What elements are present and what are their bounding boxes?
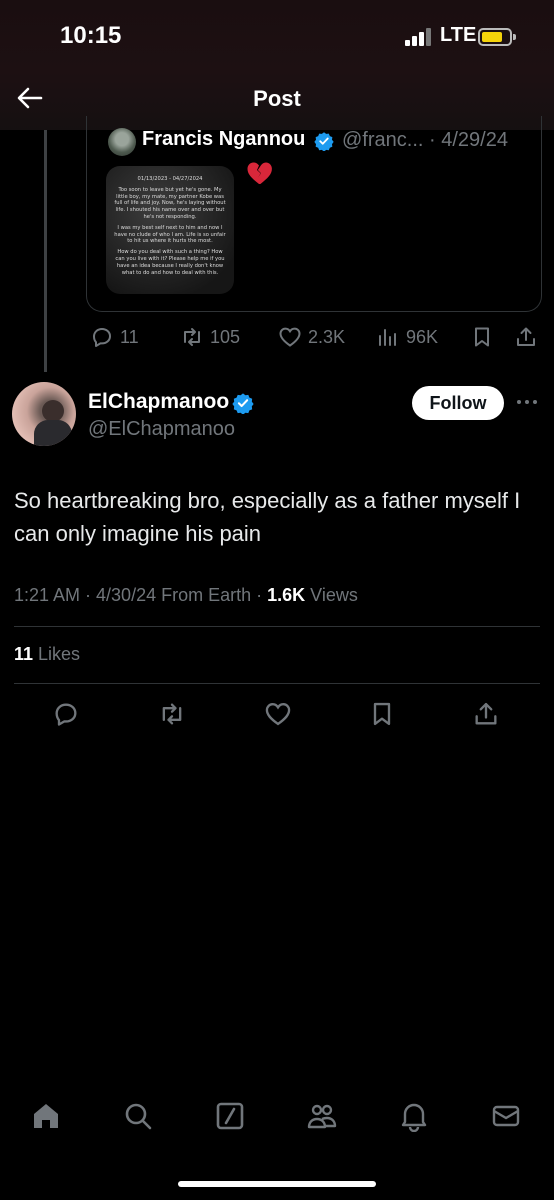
author-handle[interactable]: @ElChapmanoo [88, 418, 235, 441]
post-timestamp: 1:21 AM · 4/30/24 From Earth · [14, 585, 268, 605]
bottom-nav [0, 1096, 554, 1140]
top-bar: 10:15 LTE Post [0, 0, 554, 130]
bookmark-action[interactable] [470, 322, 494, 352]
share-icon[interactable] [472, 700, 500, 728]
verified-badge-icon [232, 393, 254, 414]
repost-count: 105 [210, 326, 241, 347]
likes-summary[interactable]: 11 Likes [14, 644, 80, 665]
reply-count: 11 [120, 326, 139, 347]
notifications-icon[interactable] [398, 1100, 430, 1132]
likes-count: 11 [14, 644, 34, 664]
repost-icon [184, 328, 200, 346]
bookmark-icon[interactable] [368, 700, 396, 728]
views-icon [379, 329, 396, 346]
like-count: 2.3K [308, 326, 346, 347]
likes-label: Likes [33, 644, 81, 664]
views-count: 1.6K [267, 585, 306, 605]
image-paragraph: Too soon to leave but yet he's gone. My … [114, 186, 226, 220]
quoted-author-name[interactable]: Francis Ngannou [142, 128, 305, 151]
communities-icon[interactable] [306, 1100, 338, 1132]
views-count: 96K [406, 326, 439, 347]
quoted-author-handle: @franc... · 4/29/24 [342, 129, 508, 151]
repost-icon[interactable] [158, 700, 186, 728]
repost-action[interactable]: 105 [180, 322, 240, 352]
messages-icon[interactable] [490, 1100, 522, 1132]
search-icon[interactable] [122, 1100, 154, 1132]
quoted-post-actions: 11 105 2.3K 96K [0, 322, 554, 352]
views-action[interactable]: 96K [376, 322, 438, 352]
quoted-image-text: 01/13/2023 - 04/27/2024 Too soon to leav… [112, 176, 228, 280]
author-name[interactable]: ElChapmanoo [88, 390, 229, 414]
quoted-post-image[interactable]: 01/13/2023 - 04/27/2024 Too soon to leav… [106, 166, 234, 294]
divider [14, 626, 540, 627]
battery-icon [478, 28, 516, 46]
more-options-icon[interactable] [516, 398, 538, 406]
share-action[interactable] [514, 322, 538, 352]
signal-icon [405, 28, 433, 46]
divider [14, 683, 540, 684]
network-label: LTE [440, 24, 477, 46]
share-icon [517, 327, 535, 346]
grok-icon[interactable] [214, 1100, 246, 1132]
home-icon[interactable] [30, 1100, 62, 1132]
image-date-range: 01/13/2023 - 04/27/2024 [137, 176, 203, 182]
broken-heart-icon [247, 162, 272, 184]
post-meta: 1:21 AM · 4/30/24 From Earth · 1.6K View… [14, 585, 358, 606]
like-action[interactable]: 2.3K [278, 322, 345, 352]
follow-button[interactable]: Follow [412, 386, 504, 420]
views-label: Views [305, 585, 358, 605]
post-text: So heartbreaking bro, especially as a fa… [14, 488, 521, 546]
avatar[interactable] [12, 382, 76, 446]
heart-icon[interactable] [264, 700, 292, 728]
status-bar: 10:15 LTE [0, 0, 554, 70]
page-title: Post [253, 86, 301, 111]
reply-action[interactable]: 11 [90, 322, 139, 352]
post-actions [0, 700, 554, 730]
image-paragraph: How do you deal with such a thing? How c… [115, 249, 225, 276]
quoted-author-avatar[interactable] [108, 128, 136, 156]
reply-icon [93, 328, 111, 347]
home-indicator[interactable] [178, 1181, 376, 1187]
reply-icon[interactable] [52, 700, 80, 728]
verified-badge-icon [314, 132, 334, 151]
bookmark-icon [475, 327, 489, 347]
image-paragraph: I was my best self next to him and now I… [114, 224, 226, 245]
status-time: 10:15 [60, 22, 122, 49]
heart-icon [279, 327, 301, 347]
